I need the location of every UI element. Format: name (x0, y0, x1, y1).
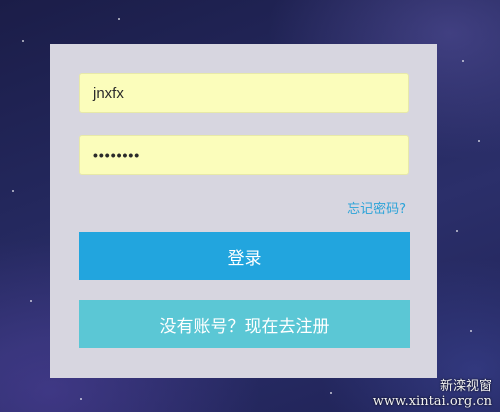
login-panel: jnxfx •••••••• 忘记密码? 登录 没有账号？现在去注册 (50, 44, 437, 378)
star (462, 60, 464, 62)
login-button[interactable]: 登录 (79, 232, 410, 280)
register-button[interactable]: 没有账号？现在去注册 (79, 300, 410, 348)
star (456, 230, 458, 232)
star (330, 392, 332, 394)
register-button-label: 没有账号？现在去注册 (159, 316, 330, 337)
password-value: •••••••• (93, 147, 141, 163)
star (12, 190, 14, 192)
login-button-label: 登录 (227, 248, 262, 269)
star (118, 18, 120, 20)
watermark-url: www.xintai.org.cn (372, 393, 492, 409)
username-value: jnxfx (93, 84, 124, 102)
forgot-password-link[interactable]: 忘记密码? (347, 198, 406, 217)
star (478, 140, 480, 142)
star (80, 398, 82, 400)
star (470, 330, 472, 332)
watermark-title: 新滦视窗 (439, 379, 492, 395)
password-field[interactable]: •••••••• (79, 135, 409, 175)
site-watermark: 新滦视窗 www.xintai.org.cn (373, 380, 492, 409)
username-field[interactable]: jnxfx (79, 73, 409, 113)
star (30, 300, 32, 302)
star (22, 40, 24, 42)
